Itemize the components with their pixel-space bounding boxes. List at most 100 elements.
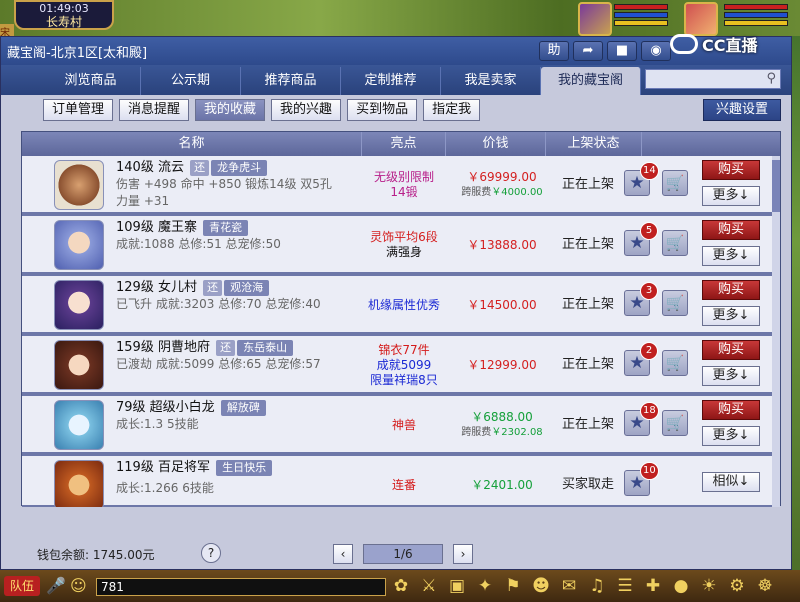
- stop-icon[interactable]: ■: [607, 41, 637, 61]
- favorite-count-badge: 10: [640, 462, 659, 480]
- sub-tabs: 订单管理 消息提醒 我的收藏 我的兴趣 买到物品 指定我 兴趣设置: [1, 95, 791, 125]
- table-row[interactable]: 109级 魔王寨 青花瓷 成就:1088 总修:51 总宠修:50 灵饰平均6段…: [22, 216, 774, 274]
- highlight-line: 锦衣77件: [378, 342, 430, 357]
- system-icon[interactable]: ☸: [754, 573, 776, 599]
- subtab-bought[interactable]: 买到物品: [347, 99, 418, 121]
- bell-icon[interactable]: ♫: [586, 573, 608, 599]
- help-question-icon[interactable]: ?: [201, 543, 221, 563]
- highlight-line: 限量祥瑞8只: [370, 372, 438, 387]
- peach-icon[interactable]: ●: [670, 573, 692, 599]
- subtab-messages[interactable]: 消息提醒: [119, 99, 190, 121]
- window-footer: 钱包余额: 1745.00元 ? ‹ 1/6 ›: [1, 539, 791, 569]
- tab-browse[interactable]: 浏览商品: [41, 67, 141, 95]
- microphone-icon[interactable]: 🎤: [46, 576, 66, 595]
- chat-input[interactable]: 781: [96, 578, 386, 596]
- emoji-icon[interactable]: ☺: [70, 576, 87, 595]
- character-thumbnail[interactable]: [54, 340, 104, 390]
- buy-button[interactable]: 购买: [702, 160, 760, 180]
- map-icon[interactable]: ✚: [642, 573, 664, 599]
- highlight-line: 成就5099: [376, 357, 432, 372]
- page-indicator: 1/6: [363, 544, 443, 564]
- item-name: 119级 百足将军: [116, 460, 210, 475]
- subtab-interests[interactable]: 我的兴趣: [271, 99, 342, 121]
- subtab-designated[interactable]: 指定我: [423, 99, 481, 121]
- item-price: ￥13888.00: [452, 216, 552, 274]
- server-tag: 解放碑: [220, 400, 266, 416]
- game-toolbar: ✿ ⚔ ▣ ✦ ⚑ ☻ ✉ ♫ ☰ ✚ ● ☀ ⚙ ☸: [390, 573, 776, 599]
- character-portrait[interactable]: [578, 2, 612, 36]
- next-page-button[interactable]: ›: [453, 544, 473, 564]
- pet-portrait[interactable]: [684, 2, 718, 36]
- item-stats-extra: 力量 +31: [116, 194, 170, 208]
- similar-button[interactable]: 相似↓: [702, 472, 760, 492]
- cart-icon[interactable]: 🛒: [662, 230, 688, 256]
- highlight-line: 连番: [391, 477, 416, 492]
- game-bottom-bar: 队伍 🎤 ☺ 781 ✿ ⚔ ▣ ✦ ⚑ ☻ ✉ ♫ ☰ ✚ ● ☀ ⚙ ☸: [0, 570, 800, 602]
- cart-icon[interactable]: 🛒: [662, 290, 688, 316]
- table-row[interactable]: 129级 女儿村 还观沧海 已飞升 成就:3203 总修:70 总宠修:40 机…: [22, 276, 774, 334]
- more-button[interactable]: 更多↓: [702, 366, 760, 386]
- pet-thumbnail[interactable]: [54, 400, 104, 450]
- tab-custom[interactable]: 定制推荐: [341, 67, 441, 95]
- chat-icon[interactable]: ◉: [641, 41, 671, 61]
- buy-button[interactable]: 购买: [702, 280, 760, 300]
- subtab-favorites[interactable]: 我的收藏: [195, 99, 266, 121]
- game-top-bar: 宋 01:49:03 长寿村: [0, 0, 800, 64]
- favorite-count-badge: 2: [640, 342, 658, 360]
- table-row[interactable]: 79级 超级小白龙 解放碑 成长:1.3 5技能 神兽 ￥6888.00 跨服费…: [22, 396, 774, 454]
- table-header: 名称 亮点 价钱 上架状态: [22, 132, 780, 156]
- item-stats: 成长:1.3 5技能: [116, 417, 199, 431]
- buy-button[interactable]: 购买: [702, 220, 760, 240]
- more-button[interactable]: 更多↓: [702, 246, 760, 266]
- cc-logo-icon: [670, 34, 698, 54]
- return-tag: 还: [216, 340, 236, 356]
- wallet-value: 1745.00元: [92, 547, 155, 562]
- cart-icon[interactable]: 🛒: [662, 410, 688, 436]
- sun-icon[interactable]: ☀: [698, 573, 720, 599]
- item-info: 140级 流云 还龙争虎斗 伤害 +498 命中 +850 锻炼14级 双5孔 …: [116, 159, 360, 210]
- table-row[interactable]: 159级 阴曹地府 还东岳泰山 已渡劫 成就:5099 总修:65 总宠修:57…: [22, 336, 774, 394]
- cc-live-watermark: CC直播: [670, 32, 758, 56]
- help-icon[interactable]: 助: [539, 41, 569, 61]
- more-button[interactable]: 更多↓: [702, 306, 760, 326]
- gear-icon[interactable]: ⚙: [726, 573, 748, 599]
- character-thumbnail[interactable]: [54, 280, 104, 330]
- item-price: ￥2401.00: [452, 456, 552, 507]
- skill-icon[interactable]: ⚔: [418, 573, 440, 599]
- favorite-count-badge: 3: [640, 282, 658, 300]
- tab-recommended[interactable]: 推荐商品: [241, 67, 341, 95]
- gift-icon[interactable]: ✦: [474, 573, 496, 599]
- more-button[interactable]: 更多↓: [702, 186, 760, 206]
- search-icon[interactable]: ⚲: [766, 71, 776, 86]
- price-value: ￥2401.00: [471, 477, 533, 492]
- book-icon[interactable]: ☰: [614, 573, 636, 599]
- friend-icon[interactable]: ☻: [530, 573, 552, 599]
- buy-button[interactable]: 购买: [702, 340, 760, 360]
- pet-icon[interactable]: ✿: [390, 573, 412, 599]
- item-thumbnail[interactable]: [54, 160, 104, 210]
- cart-icon[interactable]: 🛒: [662, 170, 688, 196]
- search-input[interactable]: ⚲: [645, 69, 781, 89]
- tab-publicity[interactable]: 公示期: [141, 67, 241, 95]
- table-scrollbar[interactable]: [772, 156, 780, 507]
- cart-icon[interactable]: 🛒: [662, 350, 688, 376]
- interest-settings-button[interactable]: 兴趣设置: [703, 99, 781, 121]
- table-row[interactable]: 119级 百足将军 生日快乐 成长:1.266 6技能 连番 ￥2401.00 …: [22, 456, 774, 507]
- team-icon[interactable]: ⚑: [502, 573, 524, 599]
- team-button[interactable]: 队伍: [4, 576, 40, 596]
- tab-my-treasure[interactable]: 我的藏宝阁: [541, 67, 641, 95]
- buy-button[interactable]: 购买: [702, 400, 760, 420]
- bag-icon[interactable]: ▣: [446, 573, 468, 599]
- pet-thumbnail[interactable]: [54, 460, 104, 507]
- character-thumbnail[interactable]: [54, 220, 104, 270]
- subtab-orders[interactable]: 订单管理: [43, 99, 114, 121]
- table-row[interactable]: 140级 流云 还龙争虎斗 伤害 +498 命中 +850 锻炼14级 双5孔 …: [22, 156, 774, 214]
- scrollbar-thumb[interactable]: [772, 160, 780, 212]
- prev-page-button[interactable]: ‹: [333, 544, 353, 564]
- share-icon[interactable]: ➦: [573, 41, 603, 61]
- more-button[interactable]: 更多↓: [702, 426, 760, 446]
- item-stats: 已渡劫 成就:5099 总修:65 总宠修:57: [116, 357, 321, 371]
- item-name: 159级 阴曹地府: [116, 340, 210, 355]
- tab-seller[interactable]: 我是卖家: [441, 67, 541, 95]
- scroll-icon[interactable]: ✉: [558, 573, 580, 599]
